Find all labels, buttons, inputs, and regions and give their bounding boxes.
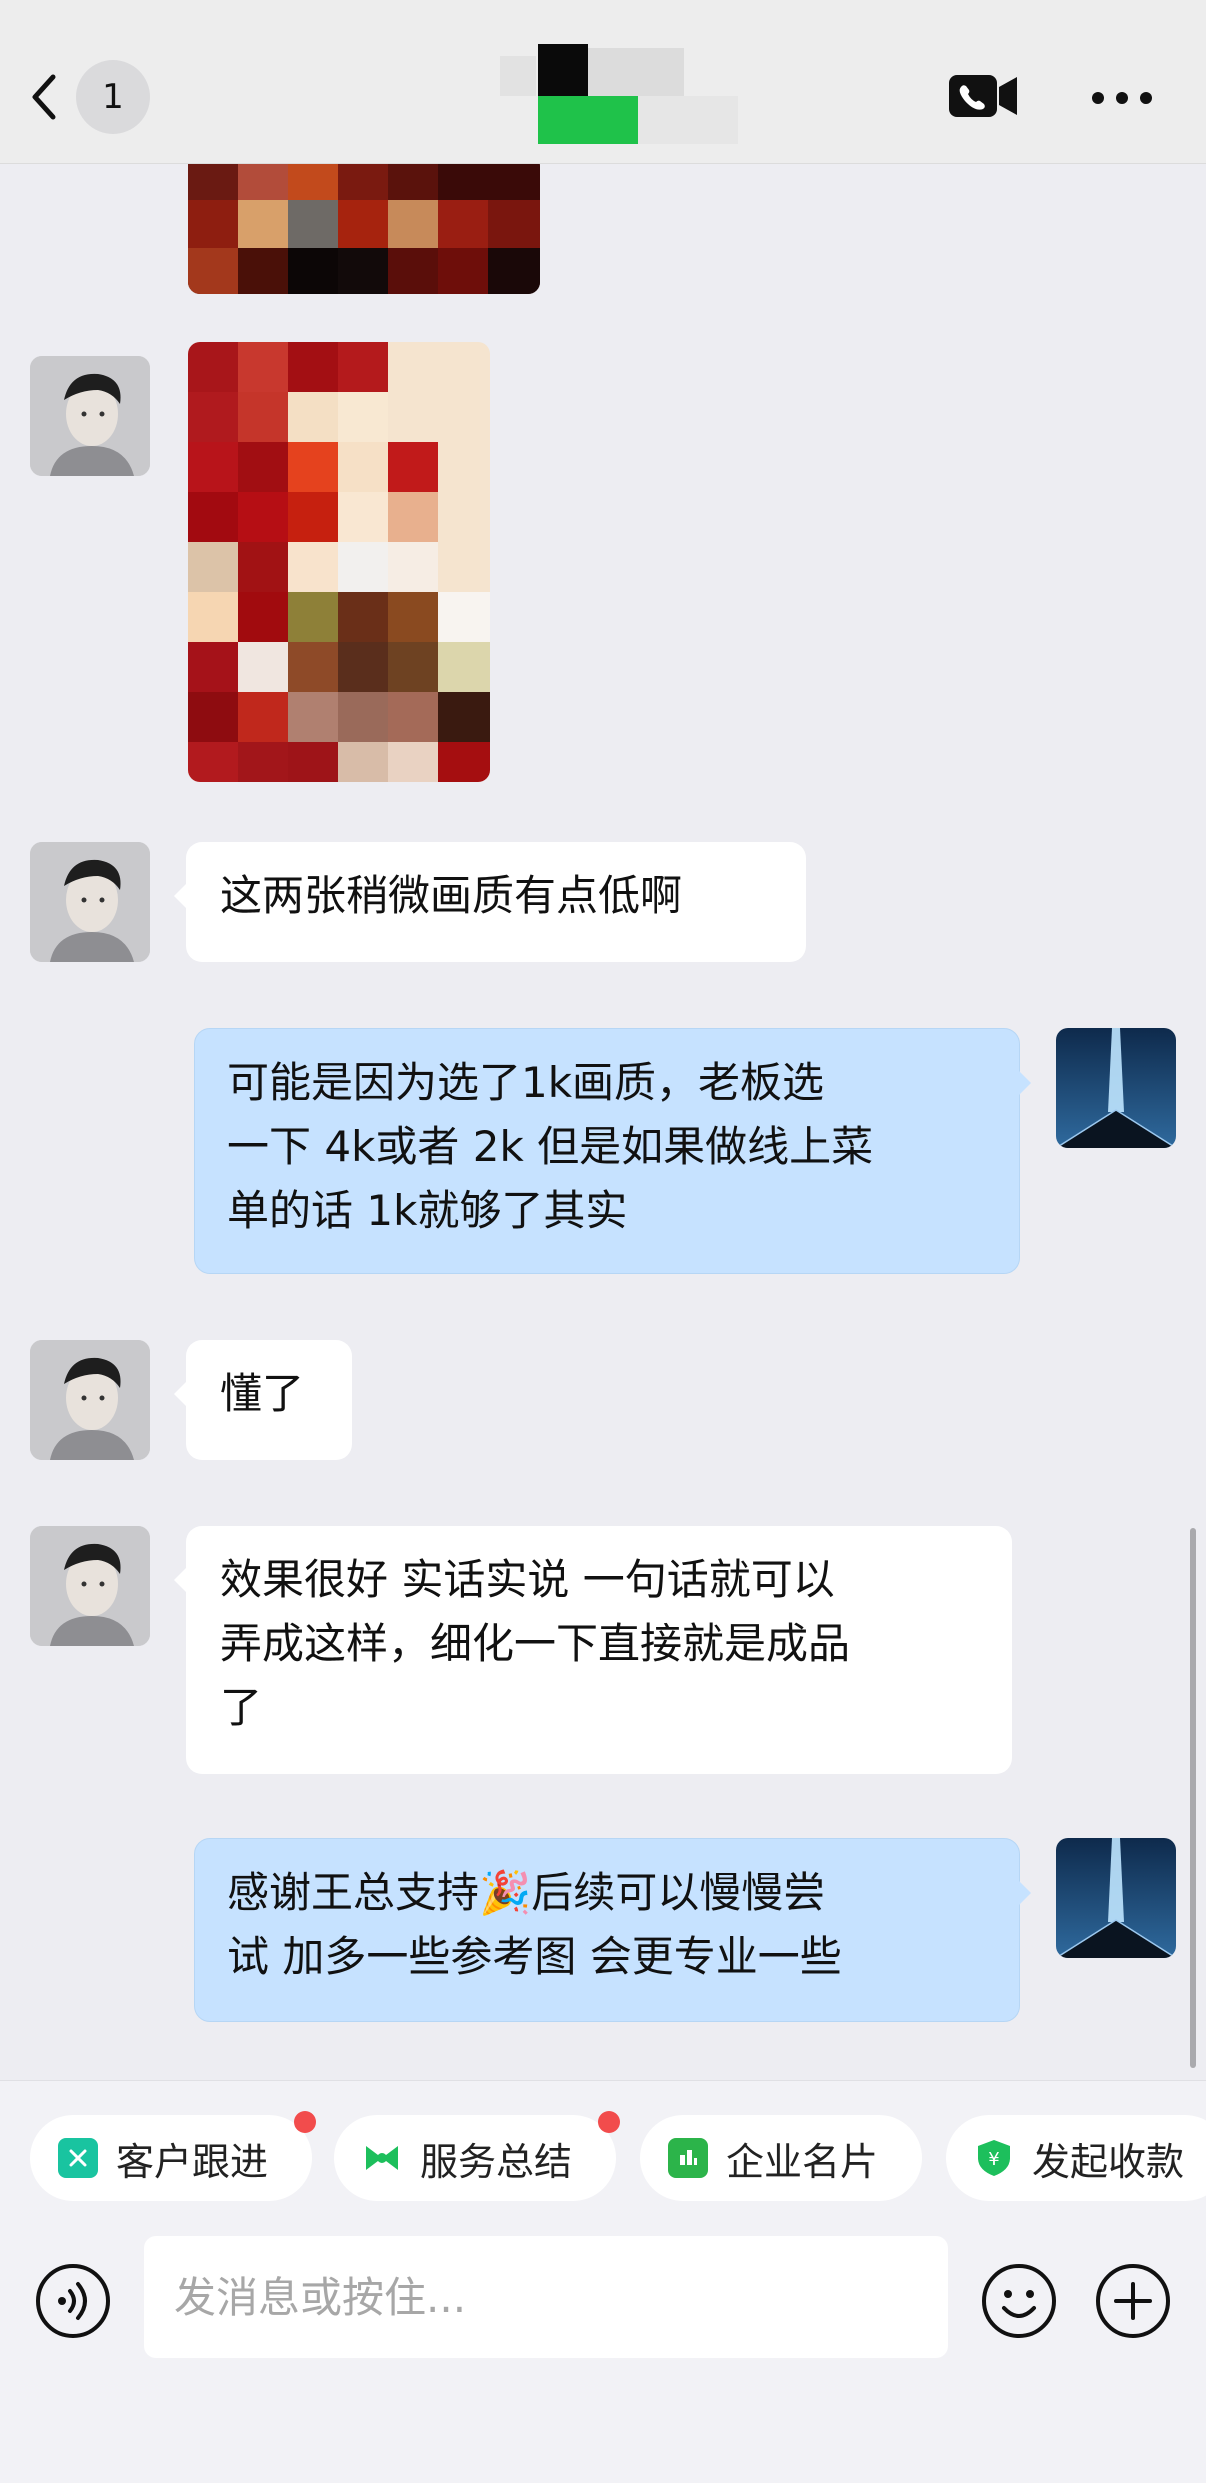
quick-action-business-card[interactable]: 企业名片 bbox=[640, 2115, 922, 2201]
emoji-icon bbox=[982, 2264, 1056, 2338]
avatar[interactable] bbox=[30, 356, 150, 476]
unread-count-badge[interactable]: 1 bbox=[76, 60, 150, 134]
avatar[interactable] bbox=[30, 1526, 150, 1646]
yuan-shield-icon: ¥ bbox=[974, 2138, 1014, 2178]
svg-text:¥: ¥ bbox=[988, 2149, 999, 2170]
notification-dot bbox=[294, 2111, 316, 2133]
chip-label: 服务总结 bbox=[420, 2139, 573, 2184]
message-text: 懂了 bbox=[220, 1369, 305, 1418]
quick-action-bar: 客户跟进 服务总结 企业名片 ¥ 发起收款 bbox=[0, 2080, 1206, 2228]
more-functions-button[interactable] bbox=[1094, 2262, 1172, 2340]
avatar[interactable] bbox=[30, 842, 150, 962]
voice-input-button[interactable] bbox=[34, 2262, 112, 2340]
emoji-button[interactable] bbox=[980, 2262, 1058, 2340]
message-bubble[interactable]: 效果很好 实话实说 一句话就可以 弄成这样，细化一下直接就是成品 了 bbox=[174, 1526, 1012, 1774]
my-avatar[interactable] bbox=[1056, 1838, 1176, 1958]
voice-icon bbox=[36, 2264, 110, 2338]
avatar[interactable] bbox=[30, 1340, 150, 1460]
image-message[interactable] bbox=[188, 342, 490, 782]
quick-action-customer-follow-up[interactable]: 客户跟进 bbox=[30, 2111, 316, 2201]
message-text: 这两张稍微画质有点低啊 bbox=[220, 871, 683, 920]
chip-label: 发起收款 bbox=[1032, 2139, 1185, 2184]
bow-icon bbox=[362, 2138, 402, 2178]
message-line: 试 加多一些参考图 会更专业一些 bbox=[227, 1932, 842, 1981]
message-line: 一下 4k或者 2k 但是如果做线上菜 bbox=[227, 1122, 874, 1171]
message-bubble[interactable]: 懂了 bbox=[174, 1340, 352, 1460]
contact-name-redacted bbox=[500, 44, 740, 148]
card-icon bbox=[668, 2138, 708, 2178]
image-message[interactable] bbox=[188, 164, 540, 294]
video-call-icon bbox=[949, 75, 1017, 117]
message-bubble[interactable]: 可能是因为选了1k画质，老板选 一下 4k或者 2k 但是如果做线上菜 单的话 … bbox=[194, 1028, 1031, 1274]
image-thumbnail-icon bbox=[188, 342, 490, 782]
chip-label: 企业名片 bbox=[726, 2139, 879, 2184]
message-bubble[interactable]: 感谢王总支持🎉后续可以慢慢尝 试 加多一些参考图 会更专业一些 bbox=[194, 1838, 1031, 2022]
more-icon bbox=[1092, 92, 1152, 104]
more-button[interactable] bbox=[1090, 78, 1154, 118]
message-line: 弄成这样，细化一下直接就是成品 bbox=[220, 1619, 851, 1668]
quick-action-initiate-payment[interactable]: ¥ 发起收款 bbox=[946, 2115, 1206, 2201]
video-call-button[interactable] bbox=[946, 70, 1020, 122]
follow-up-icon bbox=[58, 2138, 98, 2178]
back-button[interactable] bbox=[22, 62, 66, 132]
person-avatar-icon bbox=[30, 1340, 150, 1460]
message-line: 单的话 1k就够了其实 bbox=[227, 1186, 628, 1235]
message-line: 感谢王总支持🎉后续可以慢慢尝 bbox=[227, 1868, 826, 1917]
person-avatar-icon bbox=[30, 842, 150, 962]
chip-label: 客户跟进 bbox=[116, 2139, 269, 2184]
input-bar bbox=[0, 2228, 1206, 2483]
person-avatar-icon bbox=[30, 1526, 150, 1646]
my-avatar[interactable] bbox=[1056, 1028, 1176, 1148]
chat-header: 1 bbox=[0, 0, 1206, 164]
plus-icon bbox=[1096, 2264, 1170, 2338]
message-input[interactable] bbox=[144, 2236, 948, 2358]
chevron-left-icon bbox=[32, 74, 56, 120]
image-thumbnail-icon bbox=[188, 164, 540, 294]
message-bubble[interactable]: 这两张稍微画质有点低啊 bbox=[174, 842, 806, 962]
light-beam-avatar-icon bbox=[1056, 1028, 1176, 1148]
message-line: 可能是因为选了1k画质，老板选 bbox=[227, 1058, 825, 1107]
scrollbar[interactable] bbox=[1190, 1528, 1196, 2068]
message-line: 效果很好 实话实说 一句话就可以 bbox=[220, 1555, 835, 1604]
person-avatar-icon bbox=[30, 356, 150, 476]
message-line: 了 bbox=[220, 1683, 263, 1732]
light-beam-avatar-icon bbox=[1056, 1838, 1176, 1958]
chat-area[interactable]: 这两张稍微画质有点低啊 可能是因为选了1k画质，老板选 一下 4k或者 2k 但… bbox=[0, 164, 1206, 2080]
notification-dot bbox=[598, 2111, 620, 2133]
quick-action-service-summary[interactable]: 服务总结 bbox=[334, 2111, 620, 2201]
